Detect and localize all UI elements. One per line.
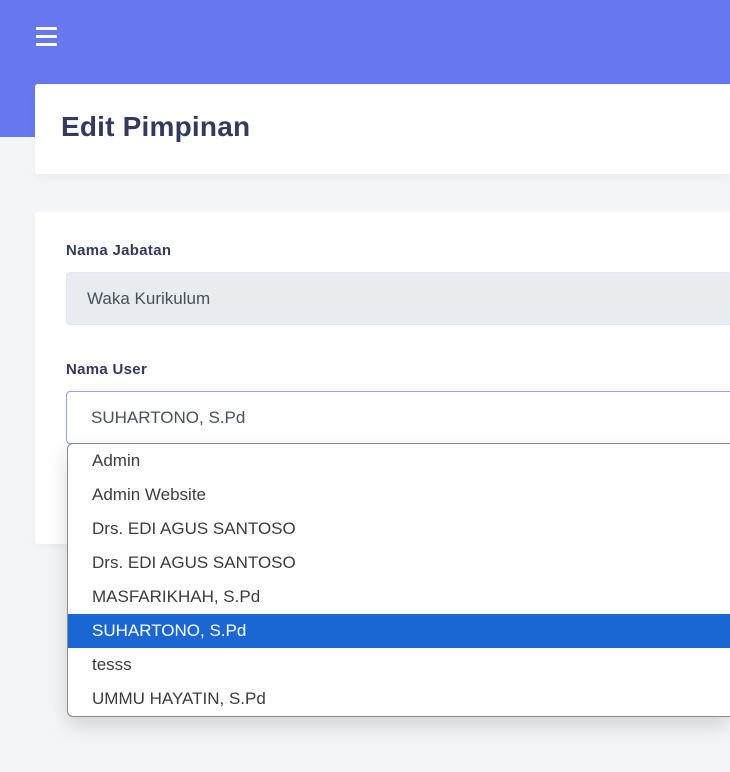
dropdown-option[interactable]: Admin Website xyxy=(68,478,730,512)
dropdown-option[interactable]: UMMU HAYATIN, S.Pd xyxy=(68,682,730,716)
dropdown-option[interactable]: MASFARIKHAH, S.Pd xyxy=(68,580,730,614)
dropdown-option[interactable]: Admin xyxy=(68,444,730,478)
dropdown-option[interactable]: tesss xyxy=(68,648,730,682)
nama-user-label: Nama User xyxy=(66,361,148,378)
dropdown-option-selected[interactable]: SUHARTONO, S.Pd xyxy=(68,614,730,648)
nama-jabatan-input[interactable]: Waka Kurikulum xyxy=(66,272,730,325)
section-header: Edit Pimpinan xyxy=(35,84,730,174)
nama-jabatan-label: Nama Jabatan xyxy=(66,242,172,259)
page-title: Edit Pimpinan xyxy=(61,111,251,142)
nama-user-select[interactable]: SUHARTONO, S.Pd xyxy=(66,391,730,444)
dropdown-option[interactable]: Drs. EDI AGUS SANTOSO xyxy=(68,512,730,546)
hamburger-menu-icon[interactable] xyxy=(36,27,57,46)
dropdown-option[interactable]: Drs. EDI AGUS SANTOSO xyxy=(68,546,730,580)
nama-user-dropdown-list: Admin Admin Website Drs. EDI AGUS SANTOS… xyxy=(67,443,730,717)
